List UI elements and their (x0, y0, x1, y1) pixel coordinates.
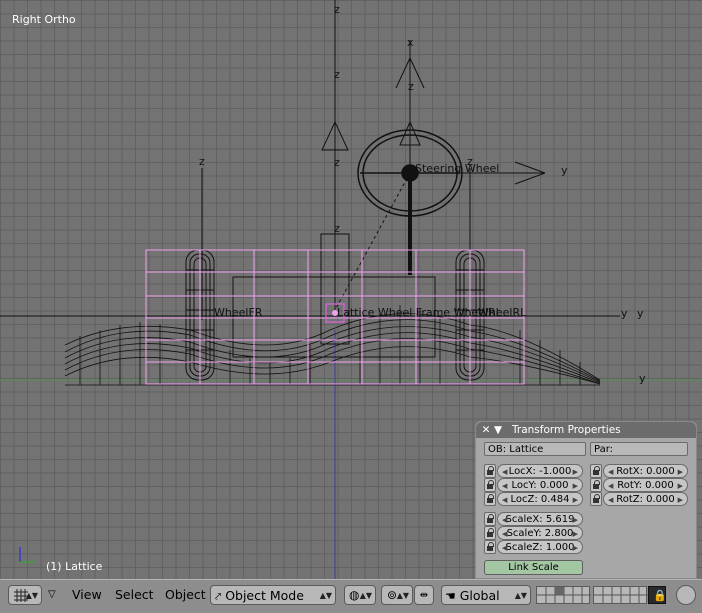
close-icon[interactable]: ✕ (480, 422, 492, 438)
lock-icon[interactable] (484, 464, 496, 478)
layer-buttons-a[interactable] (536, 586, 591, 604)
hand-icon: ☚ (445, 589, 456, 603)
menu-object[interactable]: Object (163, 585, 208, 605)
axis-label-z5: z (408, 80, 414, 93)
layer-buttons-b[interactable] (593, 586, 648, 604)
menu-select[interactable]: Select (113, 585, 156, 605)
lock-icon[interactable] (590, 478, 602, 492)
chevron-down-icon: ▲▼ (25, 591, 38, 600)
parent-field[interactable]: Par: (590, 442, 688, 456)
render-icon[interactable] (676, 585, 696, 605)
label-wheelrl: WheelRL (478, 306, 527, 319)
layer-grid-a (537, 587, 591, 603)
draw-type-icon[interactable]: ◍ ▲▼ (344, 585, 376, 605)
window-type-icon[interactable]: ▲▼ (8, 585, 42, 605)
axis-label-x: x (407, 36, 414, 49)
scalez-field[interactable]: ◀ ScaleZ: 1.000 ▶ (497, 540, 583, 554)
lock-icon[interactable] (484, 492, 496, 506)
menu-view[interactable]: View (70, 585, 104, 605)
layer-grid-b (594, 587, 648, 603)
orientation-selector[interactable]: ☚ Global ▲▼ (441, 585, 531, 605)
triangle-menu-icon[interactable]: ▽ (48, 585, 62, 605)
axis-label-y2: y (621, 307, 628, 320)
rotx-field[interactable]: ◀ RotX: 0.000 ▶ (603, 464, 688, 478)
chevron-down-icon: ▲▼ (359, 591, 372, 600)
panel-title: Transform Properties (512, 424, 621, 436)
transform-properties-panel[interactable]: ✕ ▼ Transform Properties OB: Lattice Par: … (475, 421, 697, 579)
lock-icon[interactable] (484, 526, 496, 540)
roty-field[interactable]: ◀ RotY: 0.000 ▶ (603, 478, 688, 492)
axis-label-z4: z (334, 222, 340, 235)
lock-icon[interactable] (590, 492, 602, 506)
mode-icon: ⤤ (215, 590, 222, 603)
view-name: Right Ortho (12, 13, 76, 26)
label-wheelfr: WheelFR (214, 306, 263, 319)
3d-viewport[interactable]: z z z z z z z x y y y y Steering Wheel W… (0, 0, 702, 579)
locx-field[interactable]: ◀ LocX: -1.000 ▶ (497, 464, 583, 478)
lock-icon[interactable] (484, 478, 496, 492)
axis-label-z3: z (334, 156, 340, 169)
mode-selector[interactable]: ⤤ Object Mode ▲▼ (210, 585, 336, 605)
lock-icon[interactable] (484, 540, 496, 554)
object-name-field[interactable]: OB: Lattice (484, 442, 586, 456)
scalex-field[interactable]: ◀ ScaleX: 5.619 ▶ (497, 512, 583, 526)
scaley-field[interactable]: ◀ ScaleY: 2.800 ▶ (497, 526, 583, 540)
viewport-header: ▲▼ ▽ View Select Object ⤤ Object Mode ▲▼… (0, 579, 702, 613)
chevron-down-icon: ▲▼ (514, 591, 527, 600)
axis-label-z6: z (199, 155, 205, 168)
collapse-icon[interactable]: ▼ (492, 422, 504, 438)
axis-label-y1: y (561, 164, 568, 177)
label-steering-wheel: Steering Wheel (415, 162, 499, 175)
axis-label-y4: y (639, 372, 646, 385)
axis-widget (19, 547, 35, 563)
chevron-down-icon: ▲▼ (396, 591, 409, 600)
pivot-icon[interactable]: ⊚ ▲▼ (381, 585, 413, 605)
rotz-field[interactable]: ◀ RotZ: 0.000 ▶ (603, 492, 688, 506)
orientation-label: Global (459, 588, 500, 603)
axis-label-y3: y (637, 307, 644, 320)
locy-field[interactable]: ◀ LocY: 0.000 ▶ (497, 478, 583, 492)
link-scale-button[interactable]: Link Scale (484, 560, 583, 575)
locz-field[interactable]: ◀ LocZ: 0.484 ▶ (497, 492, 583, 506)
lock-icon[interactable] (484, 512, 496, 526)
status-text: (1) Lattice (46, 560, 103, 573)
panel-header[interactable]: ✕ ▼ Transform Properties (476, 422, 696, 438)
chevron-down-icon: ▲▼ (319, 591, 332, 600)
lock-icon[interactable] (590, 464, 602, 478)
axis-label-z1: z (334, 3, 340, 16)
lock-icon[interactable]: 🔒 (648, 586, 667, 604)
mode-label: Object Mode (225, 588, 304, 603)
widget-toggle-icon[interactable]: ⇹ (414, 585, 434, 605)
axis-label-z2: z (334, 68, 340, 81)
